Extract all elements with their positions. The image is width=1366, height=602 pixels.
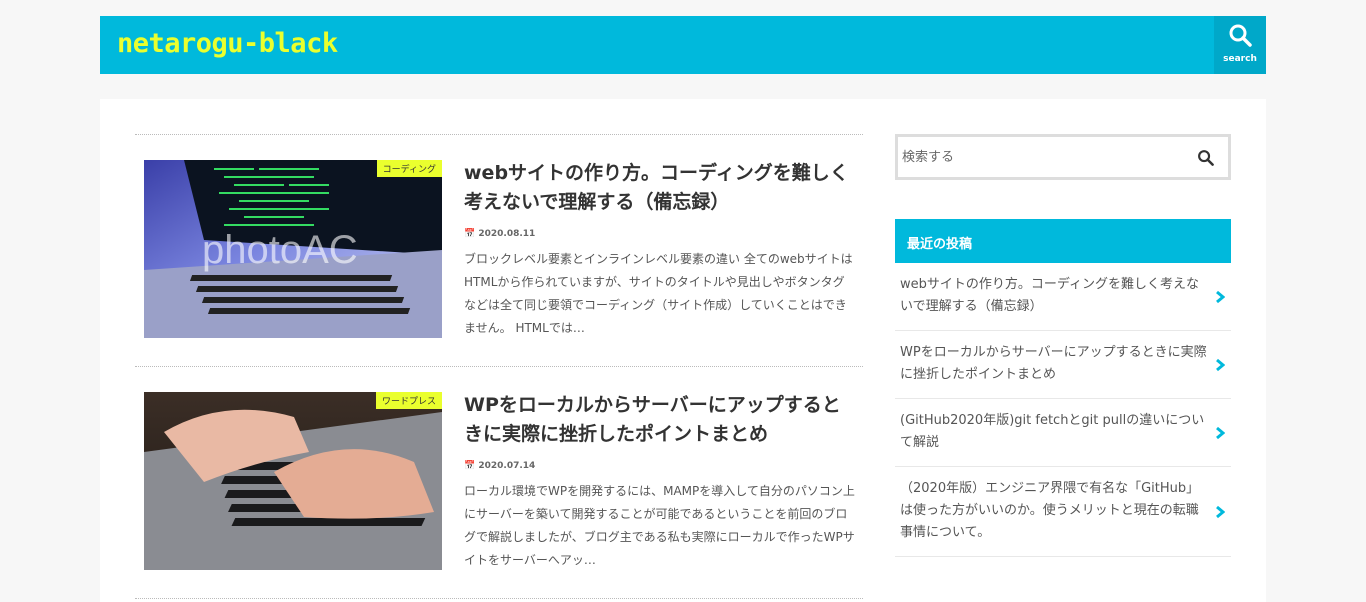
date-text: 2020.07.14 <box>478 461 536 471</box>
article-title[interactable]: webサイトの作り方。コーディングを難しく考えないで理解する（備忘録） <box>464 159 854 217</box>
search-label: search <box>1223 54 1257 64</box>
article-title[interactable]: WPをローカルからサーバーにアップするときに実際に挫折したポイントまとめ <box>464 391 854 449</box>
article-list: photoAC コーディング webサイトの作り方。コーディングを難しく考えない… <box>135 134 863 599</box>
article-excerpt: ローカル環境でWPを開発するには、MAMPを導入して自分のパソコン上にサーバーを… <box>464 484 855 567</box>
recent-post-title[interactable]: webサイトの作り方。コーディングを難しく考えないで理解する（備忘録） <box>900 277 1199 314</box>
article-thumbnail[interactable]: ワードプレス <box>144 392 442 570</box>
chevron-right-icon <box>1216 358 1225 371</box>
sidebar-search-form <box>895 134 1231 180</box>
recent-post-item[interactable]: WPをローカルからサーバーにアップするときに実際に挫折したポイントまとめ <box>895 331 1231 399</box>
chevron-right-icon <box>1216 290 1225 303</box>
article-date: 📅 2020.08.11 <box>464 229 535 239</box>
recent-post-title[interactable]: (GitHub2020年版)git fetchとgit pullの違いについて解… <box>900 413 1204 450</box>
recent-posts-heading: 最近の投稿 <box>895 219 1231 263</box>
main-container: photoAC コーディング webサイトの作り方。コーディングを難しく考えない… <box>100 99 1266 602</box>
header-search-button[interactable]: search <box>1214 16 1266 74</box>
category-badge[interactable]: ワードプレス <box>375 392 442 409</box>
typing-laptop-image <box>144 392 442 570</box>
laptop-code-image: photoAC <box>144 160 442 338</box>
search-input[interactable] <box>902 143 1182 171</box>
article-card[interactable]: photoAC コーディング webサイトの作り方。コーディングを難しく考えない… <box>135 135 863 367</box>
recent-post-item[interactable]: webサイトの作り方。コーディングを難しく考えないで理解する（備忘録） <box>895 263 1231 331</box>
site-header: netarogu-black search <box>100 16 1266 74</box>
site-logo[interactable]: netarogu-black <box>117 28 338 59</box>
recent-post-title[interactable]: WPをローカルからサーバーにアップするときに実際に挫折したポイントまとめ <box>900 345 1207 382</box>
category-badge[interactable]: コーディング <box>376 160 442 177</box>
calendar-icon: 📅 <box>464 229 476 239</box>
calendar-icon: 📅 <box>464 461 476 471</box>
recent-post-item[interactable]: （2020年版）エンジニア界隈で有名な「GitHub」は使った方がいいのか。使う… <box>895 467 1231 557</box>
article-card[interactable]: ワードプレス WPをローカルからサーバーにアップするときに実際に挫折したポイント… <box>135 367 863 599</box>
sidebar: 最近の投稿 webサイトの作り方。コーディングを難しく考えないで理解する（備忘録… <box>895 134 1231 557</box>
date-text: 2020.08.11 <box>478 229 536 239</box>
chevron-right-icon <box>1216 505 1225 518</box>
article-date: 📅 2020.07.14 <box>464 461 535 471</box>
svg-text:photoAC: photoAC <box>202 228 358 272</box>
search-icon[interactable] <box>1197 149 1214 166</box>
recent-post-title[interactable]: （2020年版）エンジニア界隈で有名な「GitHub」は使った方がいいのか。使う… <box>900 481 1199 540</box>
chevron-right-icon <box>1216 426 1225 439</box>
search-icon <box>1229 24 1252 47</box>
article-thumbnail[interactable]: photoAC コーディング <box>144 160 442 338</box>
recent-post-item[interactable]: (GitHub2020年版)git fetchとgit pullの違いについて解… <box>895 399 1231 467</box>
article-excerpt: ブロックレベル要素とインラインレベル要素の違い 全てのwebサイトはHTMLから… <box>464 252 853 335</box>
